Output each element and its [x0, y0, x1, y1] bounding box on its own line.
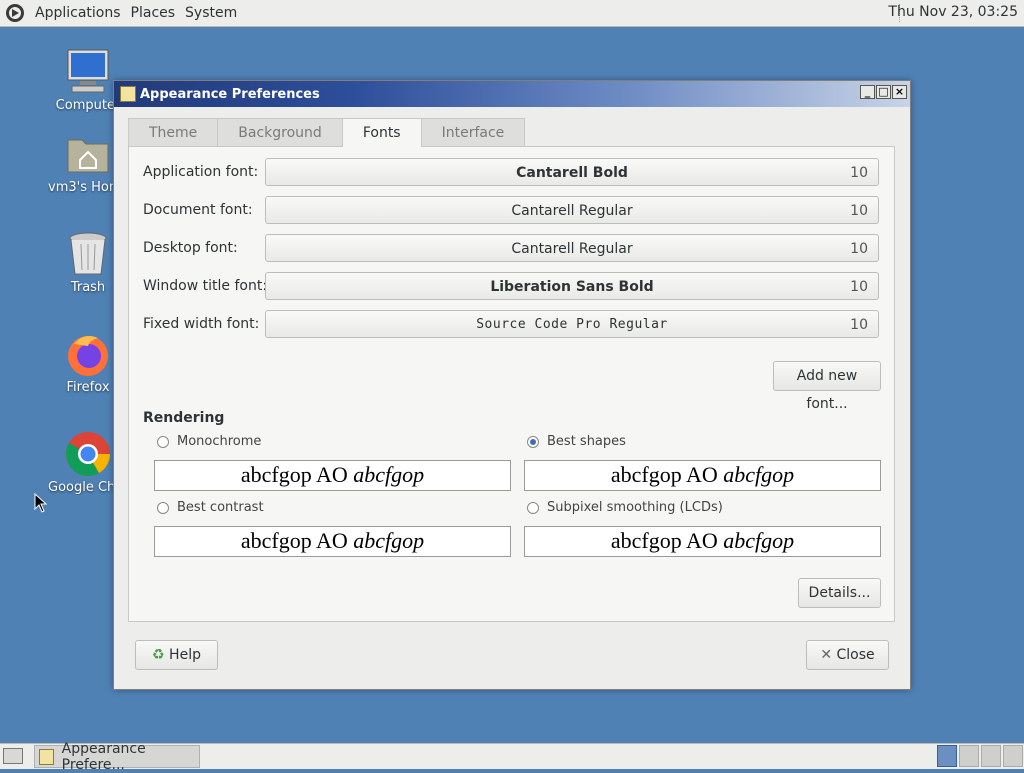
sample-text-italic: abcfgop [353, 528, 425, 553]
help-icon: ♻ [152, 647, 165, 663]
close-button-label: Close [836, 647, 875, 663]
rendering-option-best-contrast[interactable]: Best contrast [157, 500, 264, 515]
tab-background[interactable]: Background [217, 118, 343, 146]
close-window-button[interactable]: × [892, 85, 907, 99]
add-new-font-button[interactable]: Add new font... [773, 361, 881, 412]
sample-text-regular: abcfgop AO [610, 462, 724, 487]
subpixel-sample[interactable]: abcfgop AO abcfgop [524, 526, 881, 557]
window-titlebar[interactable]: Appearance Preferences _ □ × [114, 81, 910, 107]
mouse-cursor-icon [34, 493, 48, 513]
workspace-4[interactable] [1003, 745, 1023, 767]
show-desktop-icon[interactable] [3, 748, 23, 764]
firefox-icon [68, 336, 108, 376]
workspace-1[interactable] [937, 745, 957, 767]
maximize-button[interactable]: □ [876, 85, 891, 99]
home-folder-icon [67, 139, 109, 173]
sample-text-italic: abcfgop [723, 528, 795, 553]
top-panel: Applications Places System Thu Nov 23, 0… [0, 0, 1024, 27]
font-row-window-title: Window title font: Liberation Sans Bold … [143, 272, 881, 302]
font-row-document: Document font: Cantarell Regular 10 [143, 196, 881, 226]
window-title: Appearance Preferences [140, 86, 320, 102]
minimize-button[interactable]: _ [860, 85, 875, 99]
menu-system[interactable]: System [180, 5, 242, 21]
menu-places[interactable]: Places [126, 5, 181, 21]
preferences-notebook: Theme Background Fonts Interface Applica… [128, 118, 895, 622]
help-button[interactable]: ♻ Help [135, 640, 218, 670]
tab-theme[interactable]: Theme [128, 118, 219, 146]
font-name: Cantarell Regular [511, 203, 633, 219]
window-title-font-button[interactable]: Liberation Sans Bold 10 [265, 272, 879, 300]
tab-fonts[interactable]: Fonts [341, 118, 422, 147]
rendering-option-subpixel[interactable]: Subpixel smoothing (LCDs) [527, 500, 723, 515]
sample-text-regular: abcfgop AO [610, 528, 724, 553]
font-size: 10 [850, 241, 868, 257]
close-button[interactable]: ✕ Close [806, 640, 889, 670]
close-icon: ✕ [820, 647, 833, 663]
taskbar-item-appearance[interactable]: Appearance Prefere... [34, 741, 200, 773]
document-font-button[interactable]: Cantarell Regular 10 [265, 196, 879, 224]
monochrome-sample[interactable]: abcfgop AO abcfgop [154, 460, 511, 491]
best-shapes-sample[interactable]: abcfgop AO abcfgop [524, 460, 881, 491]
details-button[interactable]: Details... [798, 578, 881, 608]
font-name: Cantarell Bold [516, 165, 628, 181]
font-name: Source Code Pro Regular [476, 317, 668, 332]
font-row-fixed-width: Fixed width font: Source Code Pro Regula… [143, 310, 881, 340]
document-font-label: Document font: [143, 202, 253, 218]
fixed-width-font-label: Fixed width font: [143, 316, 260, 332]
clock[interactable]: Thu Nov 23, 03:25 [888, 4, 1018, 20]
font-name: Cantarell Regular [511, 241, 633, 257]
font-size: 10 [850, 165, 868, 181]
radio-label: Best shapes [547, 434, 626, 449]
menu-applications[interactable]: Applications [30, 5, 126, 21]
rendering-section-title: Rendering [143, 410, 225, 426]
bottom-taskbar: Appearance Prefere... [0, 741, 1024, 773]
radio-label: Monochrome [177, 434, 262, 449]
sample-text-italic: abcfgop [353, 462, 425, 487]
window-app-icon [120, 86, 136, 102]
help-button-label: Help [169, 647, 201, 663]
font-size: 10 [850, 279, 868, 295]
sample-text-regular: abcfgop AO [240, 462, 354, 487]
radio-label: Best contrast [177, 500, 264, 515]
computer-icon [67, 49, 109, 93]
workspace-2[interactable] [959, 745, 979, 767]
radio-button[interactable] [157, 435, 169, 448]
distro-logo-icon[interactable] [4, 2, 26, 24]
font-name: Liberation Sans Bold [490, 279, 654, 295]
chrome-icon [66, 432, 110, 476]
radio-button[interactable] [527, 501, 539, 514]
rendering-option-best-shapes[interactable]: Best shapes [527, 434, 626, 449]
radio-label: Subpixel smoothing (LCDs) [547, 500, 723, 515]
best-contrast-sample[interactable]: abcfgop AO abcfgop [154, 526, 511, 557]
appearance-preferences-window: Appearance Preferences _ □ × Theme Backg… [113, 80, 911, 690]
sample-text-italic: abcfgop [723, 462, 795, 487]
application-font-label: Application font: [143, 164, 259, 180]
workspace-3[interactable] [981, 745, 1001, 767]
desktop-font-label: Desktop font: [143, 240, 238, 256]
font-size: 10 [850, 203, 868, 219]
trash-icon [69, 232, 107, 275]
font-row-application: Application font: Cantarell Bold 10 [143, 158, 881, 188]
fixed-width-font-button[interactable]: Source Code Pro Regular 10 [265, 310, 879, 338]
radio-button-selected[interactable] [527, 435, 539, 448]
font-row-desktop: Desktop font: Cantarell Regular 10 [143, 234, 881, 264]
fonts-tab-page: Application font: Cantarell Bold 10 Docu… [128, 146, 895, 622]
radio-button[interactable] [157, 501, 169, 514]
task-app-icon [39, 748, 54, 765]
rendering-option-monochrome[interactable]: Monochrome [157, 434, 261, 449]
application-font-button[interactable]: Cantarell Bold 10 [265, 158, 879, 186]
tab-interface[interactable]: Interface [420, 118, 526, 146]
font-size: 10 [850, 317, 868, 333]
desktop-font-button[interactable]: Cantarell Regular 10 [265, 234, 879, 262]
sample-text-regular: abcfgop AO [240, 528, 354, 553]
window-title-font-label: Window title font: [143, 278, 268, 294]
